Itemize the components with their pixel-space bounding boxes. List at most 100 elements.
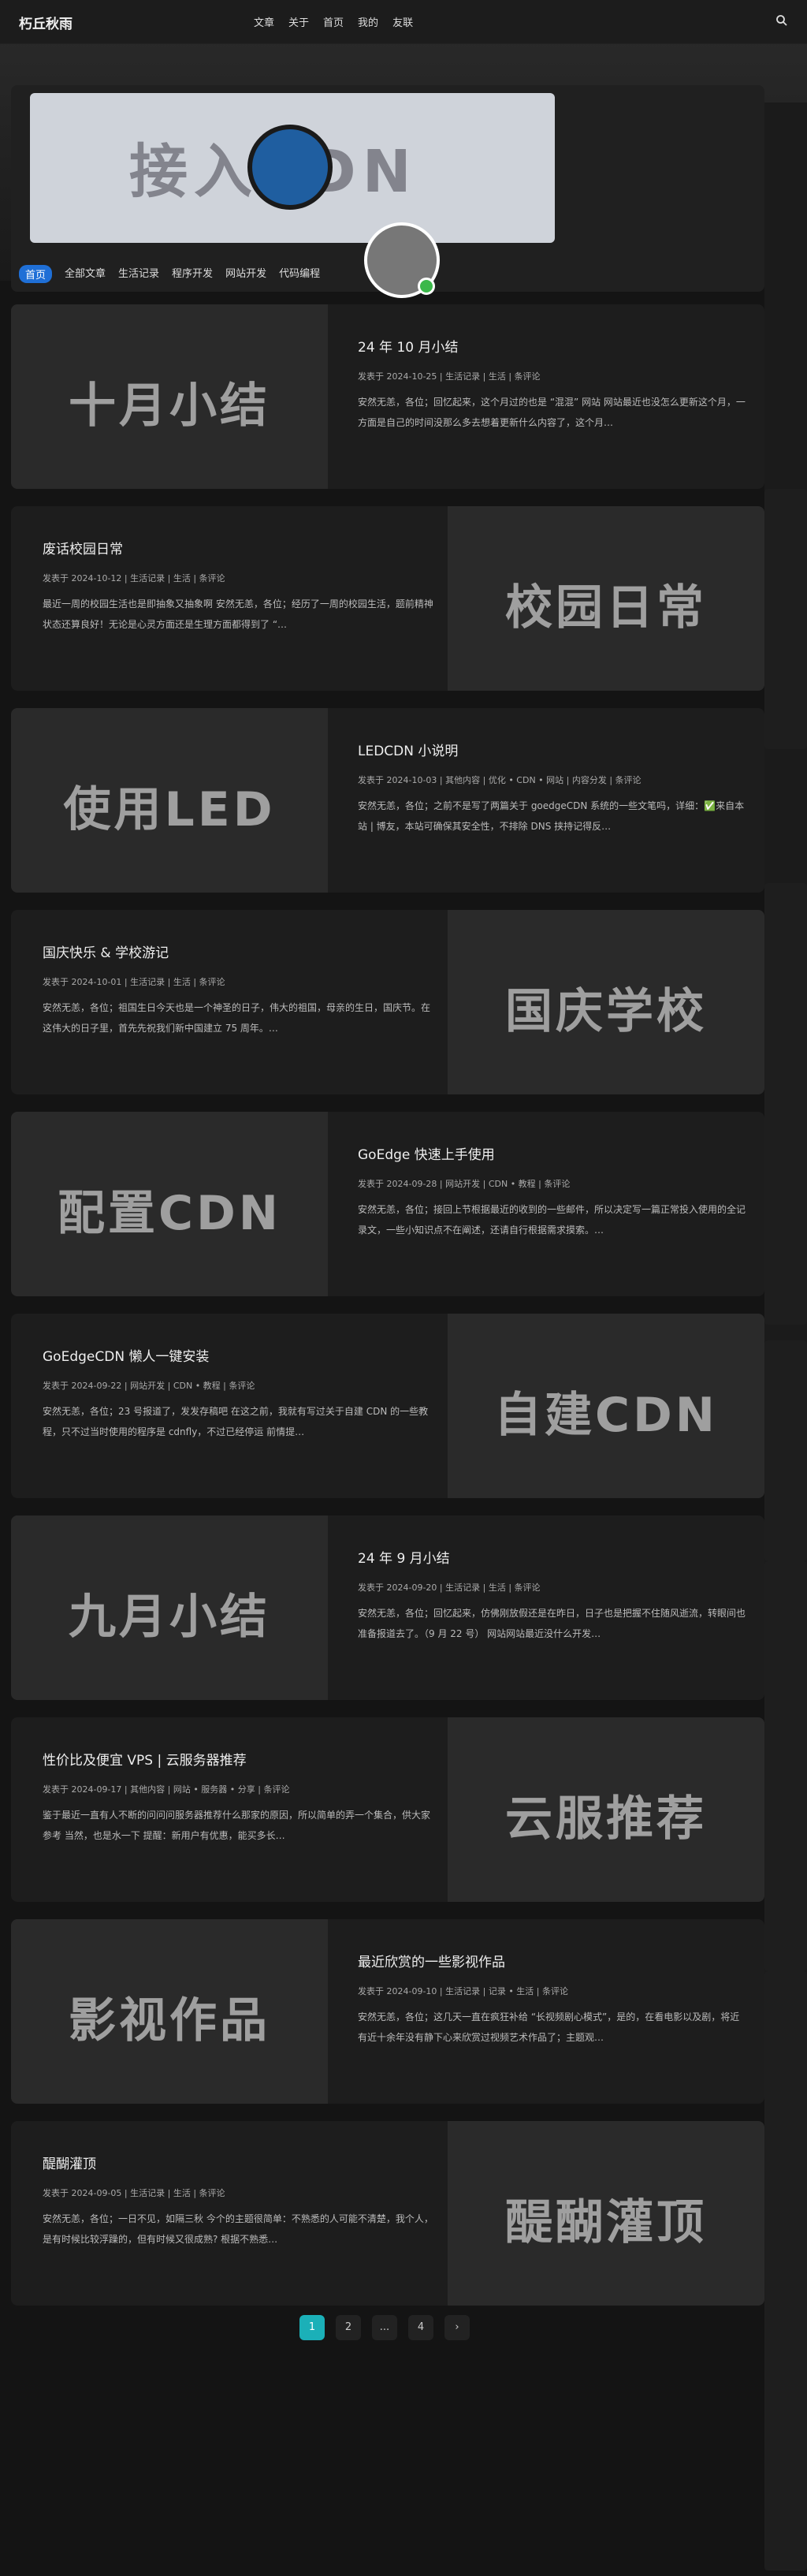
- category-all[interactable]: 全部文章: [65, 265, 106, 283]
- globe-icon: [247, 125, 333, 210]
- post-body: GoEdge 快速上手使用发表于 2024-09-28 | 网站开发 | CDN…: [358, 1143, 749, 1240]
- thumbnail-text: 校园日常: [505, 580, 707, 636]
- post-excerpt: 鉴于最近一直有人不断的问问问服务器推荐什么那家的原因，所以简单的弄一个集合，供大…: [43, 1810, 431, 1841]
- thumbnail-text: 自建CDN: [493, 1388, 719, 1443]
- post-meta: 发表于 2024-09-10 | 生活记录 | 记录 • 生活 | 条评论: [358, 1986, 569, 1996]
- thumbnail-text: 云服推荐: [505, 1791, 707, 1847]
- post-card[interactable]: 校园日常 废话校园日常发表于 2024-10-12 | 生活记录 | 生活 | 条…: [11, 506, 764, 691]
- thumbnail-text: 国庆学校: [505, 984, 707, 1039]
- post-title[interactable]: 24 年 9 月小结: [358, 1547, 749, 1567]
- thumbnail-text: 使用LED: [63, 782, 276, 837]
- nav-about[interactable]: 关于: [288, 14, 309, 29]
- post-title[interactable]: LEDCDN 小说明: [358, 740, 749, 759]
- post-body: 国庆快乐 & 学校游记发表于 2024-10-01 | 生活记录 | 生活 | …: [43, 941, 433, 1038]
- post-thumbnail[interactable]: 配置CDN: [11, 1112, 328, 1296]
- post-excerpt: 安然无恙，各位；23 号报道了，发发存稿吧 在这之前，我就有写过关于自建 CDN…: [43, 1406, 429, 1437]
- post-card[interactable]: 十月小结 24 年 10 月小结发表于 2024-10-25 | 生活记录 | 生…: [11, 304, 764, 489]
- post-meta: 发表于 2024-10-03 | 其他内容 | 优化 • CDN • 网站 | …: [358, 775, 642, 785]
- site-logo[interactable]: 朽丘秋雨: [19, 13, 73, 32]
- thumbnail-text: 九月小结: [69, 1590, 270, 1645]
- thumbnail-text: 配置CDN: [57, 1186, 282, 1241]
- post-excerpt: 安然无恙，各位；接回上节根据最近的收到的一些邮件，所以决定写一篇正常投入使用的全…: [358, 1204, 746, 1236]
- post-excerpt: 安然无恙，各位；祖国生日今天也是一个神圣的日子，伟大的祖国，母亲的生日，国庆节。…: [43, 1002, 431, 1034]
- post-meta: 发表于 2024-10-25 | 生活记录 | 生活 | 条评论: [358, 371, 541, 382]
- post-meta: 发表于 2024-09-17 | 其他内容 | 网站 • 服务器 • 分享 | …: [43, 1784, 290, 1795]
- post-card[interactable]: 国庆学校 国庆快乐 & 学校游记发表于 2024-10-01 | 生活记录 | 生…: [11, 910, 764, 1094]
- main-nav: 文章 关于 首页 我的 友联: [254, 14, 413, 29]
- post-card[interactable]: 醍醐灌顶 醍醐灌顶 发表于 2024-09-05 | 生活记录 | 生活 | 条评论…: [11, 2121, 764, 2306]
- pagination: 1 2 ... 4 ›: [299, 2315, 470, 2340]
- post-meta: 发表于 2024-09-28 | 网站开发 | CDN • 教程 | 条评论: [358, 1179, 571, 1189]
- post-meta: 发表于 2024-09-05 | 生活记录 | 生活 | 条评论: [43, 2188, 225, 2198]
- post-title[interactable]: 性价比及便宜 VPS | 云服务器推荐: [43, 1749, 433, 1769]
- category-web[interactable]: 网站开发: [225, 265, 266, 283]
- post-body: 24 年 10 月小结发表于 2024-10-25 | 生活记录 | 生活 | …: [358, 336, 749, 433]
- post-thumbnail[interactable]: 醍醐灌顶: [448, 2121, 764, 2306]
- post-title[interactable]: GoEdgeCDN 懒人一键安装: [43, 1345, 433, 1365]
- post-title[interactable]: GoEdge 快速上手使用: [358, 1143, 749, 1163]
- nav-friends[interactable]: 友联: [392, 14, 413, 29]
- next-page-button[interactable]: ›: [444, 2315, 470, 2340]
- post-meta: 发表于 2024-10-01 | 生活记录 | 生活 | 条评论: [43, 977, 225, 987]
- category-program[interactable]: 程序开发: [172, 265, 213, 283]
- category-bar: 首页 全部文章 生活记录 程序开发 网站开发 代码编程 更多: [19, 265, 410, 283]
- sidebar-categories: [764, 1340, 807, 1561]
- post-meta: 发表于 2024-10-12 | 生活记录 | 生活 | 条评论: [43, 573, 225, 583]
- page-1[interactable]: 1: [299, 2315, 325, 2340]
- post-title[interactable]: 废话校园日常: [43, 538, 433, 557]
- category-home[interactable]: 首页: [19, 265, 53, 283]
- post-title[interactable]: 国庆快乐 & 学校游记: [43, 941, 433, 961]
- post-body: 废话校园日常发表于 2024-10-12 | 生活记录 | 生活 | 条评论最近…: [43, 538, 433, 635]
- nav-articles[interactable]: 文章: [254, 14, 274, 29]
- post-title[interactable]: 最近欣赏的一些影视作品: [358, 1951, 749, 1970]
- post-body: GoEdgeCDN 懒人一键安装发表于 2024-09-22 | 网站开发 | …: [43, 1345, 433, 1442]
- post-title[interactable]: 醍醐灌顶: [43, 2153, 433, 2172]
- post-thumbnail[interactable]: 自建CDN: [448, 1314, 764, 1498]
- post-thumbnail[interactable]: 九月小结: [11, 1515, 328, 1700]
- sidebar-announcement: [764, 489, 807, 749]
- page-4[interactable]: 4: [408, 2315, 433, 2340]
- post-body: 最近欣赏的一些影视作品发表于 2024-09-10 | 生活记录 | 记录 • …: [358, 1951, 749, 2048]
- search-icon[interactable]: [775, 14, 788, 27]
- post-excerpt: 安然无恙，各位；这几天一直在疯狂补给 “长视频剧心模式”，是的，在看电影以及剧，…: [358, 2011, 740, 2043]
- thumbnail-text: 影视作品: [69, 1993, 270, 2048]
- post-thumbnail[interactable]: 云服推荐: [448, 1717, 764, 1902]
- post-body: LEDCDN 小说明发表于 2024-10-03 | 其他内容 | 优化 • C…: [358, 740, 749, 837]
- category-code[interactable]: 代码编程: [279, 265, 320, 283]
- post-title[interactable]: 24 年 10 月小结: [358, 336, 749, 356]
- post-card[interactable]: 配置CDN GoEdge 快速上手使用发表于 2024-09-28 | 网站开发 …: [11, 1112, 764, 1296]
- post-thumbnail[interactable]: 影视作品: [11, 1919, 328, 2104]
- post-body: 性价比及便宜 VPS | 云服务器推荐发表于 2024-09-17 | 其他内容…: [43, 1749, 433, 1846]
- nav-mine[interactable]: 我的: [358, 14, 378, 29]
- post-meta: 发表于 2024-09-22 | 网站开发 | CDN • 教程 | 条评论: [43, 1381, 255, 1391]
- post-excerpt: 最近一周的校园生活也是即抽象又抽象啊 安然无恙，各位；经历了一周的校园生活，题前…: [43, 598, 433, 630]
- post-excerpt: 安然无恙，各位；回忆起来，仿佛刚放假还是在昨日，日子也是把握不住随风逝流，转眼间…: [358, 1608, 746, 1639]
- category-life[interactable]: 生活记录: [118, 265, 159, 283]
- nav-home[interactable]: 首页: [323, 14, 344, 29]
- sidebar-tags: [764, 1561, 807, 1971]
- post-thumbnail[interactable]: 十月小结: [11, 304, 328, 489]
- post-thumbnail[interactable]: 国庆学校: [448, 910, 764, 1094]
- sidebar-recent-posts: [764, 883, 807, 1325]
- post-meta: 发表于 2024-09-20 | 生活记录 | 生活 | 条评论: [358, 1583, 541, 1593]
- sidebar-site-info: [764, 2271, 807, 2570]
- thumbnail-text: 十月小结: [69, 378, 270, 434]
- post-card[interactable]: 自建CDN GoEdgeCDN 懒人一键安装发表于 2024-09-22 | 网站…: [11, 1314, 764, 1498]
- post-body: 醍醐灌顶发表于 2024-09-05 | 生活记录 | 生活 | 条评论安然无恙…: [43, 2153, 433, 2250]
- page-2[interactable]: 2: [336, 2315, 361, 2340]
- post-excerpt: 安然无恙，各位；之前不是写了两篇关于 goedgeCDN 系统的一些文笔吗，详细…: [358, 800, 745, 832]
- online-status-dot: [418, 278, 435, 295]
- thumbnail-text: 醍醐灌顶: [505, 2195, 707, 2250]
- top-bar: 朽丘秋雨 文章 关于 首页 我的 友联: [0, 0, 807, 44]
- post-card[interactable]: 影视作品 最近欣赏的一些影视作品发表于 2024-09-10 | 生活记录 | 记…: [11, 1919, 764, 2104]
- post-card[interactable]: 云服推荐 性价比及便宜 VPS | 云服务器推荐发表于 2024-09-17 | …: [11, 1717, 764, 1902]
- page-ellipsis: ...: [372, 2315, 397, 2340]
- post-excerpt: 安然无恙，各位；回忆起来，这个月过的也是 “混混” 网站 网站最近也没怎么更新这…: [358, 397, 746, 428]
- post-thumbnail[interactable]: 校园日常: [448, 506, 764, 691]
- post-card[interactable]: 九月小结 24 年 9 月小结发表于 2024-09-20 | 生活记录 | 生活…: [11, 1515, 764, 1700]
- post-card[interactable]: 使用LED LEDCDN 小说明发表于 2024-10-03 | 其他内容 | 优…: [11, 708, 764, 893]
- post-excerpt: 安然无恙，各位；一日不见，如隔三秋 今个的主题很简单：不熟悉的人可能不清楚，我个…: [43, 2213, 433, 2245]
- post-thumbnail[interactable]: 使用LED: [11, 708, 328, 893]
- post-body: 24 年 9 月小结发表于 2024-09-20 | 生活记录 | 生活 | 条…: [358, 1547, 749, 1644]
- sidebar-archives: [764, 1971, 807, 2287]
